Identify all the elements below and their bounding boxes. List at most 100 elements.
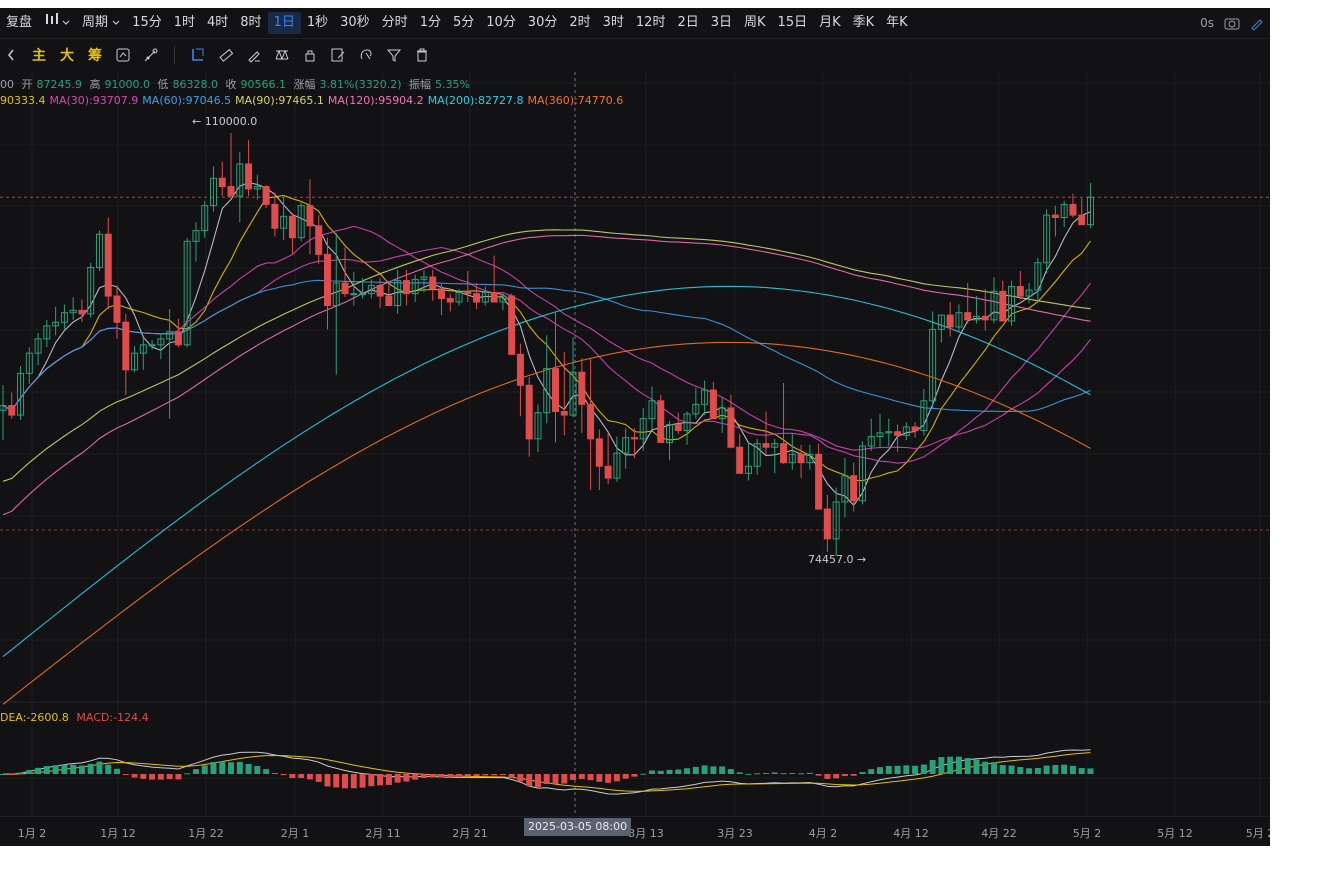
candle-body — [227, 186, 235, 197]
macd-histogram-bar — [491, 774, 498, 776]
candle-body — [288, 215, 296, 239]
macd-histogram-bar — [236, 761, 243, 774]
macd-histogram-bar — [385, 774, 392, 785]
macd-histogram-bar — [122, 774, 129, 775]
candle-body — [262, 186, 270, 205]
amplitude-label: 振幅 — [409, 78, 432, 91]
ma-legend-item: MA(90):97465.1 — [235, 94, 324, 107]
macd-histogram-bar — [1087, 768, 1094, 774]
macd-histogram-bar — [727, 769, 734, 774]
macd-histogram-bar — [333, 774, 340, 788]
candle-body — [490, 291, 498, 303]
macd-histogram-bar — [640, 773, 647, 775]
candle-body — [964, 312, 972, 321]
macd-histogram-bar — [920, 764, 927, 774]
macd-histogram-bar — [912, 765, 919, 774]
x-axis-tick-label: 2月 11 — [365, 827, 401, 840]
x-axis-tick-label: 2月 1 — [280, 827, 310, 840]
high-value: 91000.0 — [104, 78, 151, 91]
candle-body — [911, 426, 919, 432]
macd-histogram-bar — [394, 774, 401, 783]
amplitude-value: 5.35% — [435, 78, 470, 91]
macd-histogram-bar — [228, 762, 235, 774]
x-axis-tick-label: 4月 12 — [893, 827, 929, 840]
candle-body — [78, 309, 86, 315]
macd-histogram-bar — [184, 773, 191, 775]
candle-body — [508, 295, 516, 355]
candle-body — [402, 280, 410, 295]
candle-body — [981, 315, 989, 321]
ma-legend-item: 90333.4 — [0, 94, 46, 107]
open-label: 开 — [21, 78, 33, 91]
macd-histogram-bar — [368, 774, 375, 787]
candle-body — [148, 344, 156, 347]
macd-histogram-bar — [561, 774, 568, 784]
candle-body — [429, 276, 437, 290]
macd-histogram-bar — [517, 774, 524, 782]
candle-body — [657, 400, 665, 443]
candle-body — [306, 205, 314, 227]
low-value: 86328.0 — [172, 78, 219, 91]
macd-histogram-bar — [315, 774, 322, 782]
candlestick-chart[interactable] — [0, 8, 1270, 816]
close-value: 90566.1 — [240, 78, 287, 91]
candle-body — [271, 203, 279, 229]
x-axis-tick-label: 1月 22 — [188, 827, 224, 840]
candle-body — [8, 405, 16, 416]
x-axis-tick-label: 3月 13 — [628, 827, 664, 840]
candle-body — [630, 437, 638, 440]
macd-histogram-bar — [1052, 765, 1059, 774]
candle-body — [464, 291, 472, 295]
candle-body — [762, 443, 770, 448]
macd-histogram-bar — [771, 772, 778, 774]
macd-histogram-bar — [666, 769, 673, 774]
candle-body — [1016, 286, 1024, 297]
macd-histogram-bar — [780, 773, 787, 775]
macd-histogram-bar — [254, 766, 261, 774]
macd-histogram-bar — [570, 774, 577, 780]
macd-histogram-bar — [613, 774, 620, 782]
macd-histogram-bar — [52, 765, 59, 774]
macd-histogram-bar — [692, 766, 699, 774]
x-axis-tick-label: 1月 12 — [100, 827, 136, 840]
macd-histogram-bar — [877, 767, 883, 774]
macd-histogram-bar — [263, 769, 270, 774]
macd-histogram-bar — [1043, 765, 1050, 774]
macd-legend: DEA:-2600.8 MACD:-124.4 — [0, 711, 153, 724]
candle-body — [780, 443, 788, 464]
candle-body — [674, 424, 682, 432]
macd-histogram-bar — [324, 774, 331, 787]
macd-histogram-bar — [1078, 768, 1085, 774]
macd-histogram-bar — [87, 763, 94, 774]
macd-histogram-bar — [298, 774, 305, 779]
candle-body — [1069, 203, 1077, 216]
x-axis-tick-label: 4月 22 — [981, 827, 1017, 840]
macd-histogram-bar — [964, 758, 971, 774]
ohlc-info-bar: 00 开 87245.9 高 91000.0 低 86328.0 收 90566.1 涨… — [0, 76, 474, 92]
macd-histogram-bar — [114, 768, 121, 774]
ma-legend-item: MA(60):97046.5 — [142, 94, 232, 107]
x-axis-tick-label: 3月 23 — [717, 827, 753, 840]
macd-histogram-bar — [192, 769, 199, 774]
macd-histogram-bar — [806, 772, 813, 774]
macd-histogram-bar — [403, 774, 410, 782]
macd-value: MACD:-124.4 — [76, 711, 149, 724]
macd-histogram-bar — [1069, 765, 1076, 774]
candle-body — [560, 410, 568, 416]
macd-histogram-bar — [675, 769, 682, 774]
macd-histogram-bar — [578, 774, 585, 780]
macd-histogram-bar — [149, 774, 156, 780]
macd-histogram-bar — [210, 762, 217, 774]
macd-histogram-bar — [289, 774, 296, 779]
x-axis-tick-label: 5月 2 — [1072, 827, 1102, 840]
macd-histogram-bar — [754, 773, 761, 775]
macd-histogram-bar — [596, 774, 603, 782]
x-axis-tick-label: 1月 2 — [17, 827, 47, 840]
candle-body — [946, 314, 954, 328]
macd-histogram-bar — [280, 774, 287, 776]
macd-histogram-bar — [798, 773, 805, 775]
candle-body — [174, 331, 182, 346]
ma-legend-item: MA(30):93707.9 — [49, 94, 139, 107]
candle-body — [552, 368, 560, 412]
macd-histogram-bar — [412, 774, 419, 780]
